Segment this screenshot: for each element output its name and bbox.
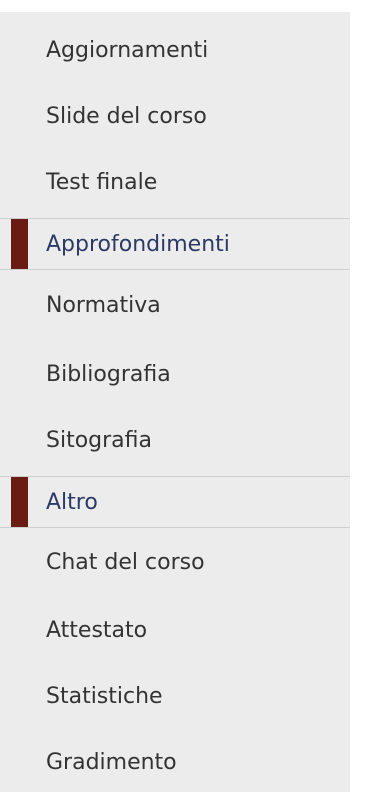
menu-section-label: Approfondimenti bbox=[46, 231, 230, 257]
menu-item-sitografia[interactable]: Sitografia bbox=[0, 420, 350, 460]
menu-item-slide-del-corso[interactable]: Slide del corso bbox=[0, 96, 350, 136]
menu-item-label: Gradimento bbox=[46, 749, 177, 775]
menu-item-label: Statistiche bbox=[46, 683, 163, 709]
menu-item-gradimento[interactable]: Gradimento bbox=[0, 742, 350, 782]
menu-item-label: Attestato bbox=[46, 617, 148, 643]
menu-item-aggiornamenti[interactable]: Aggiornamenti bbox=[0, 30, 350, 70]
section-marker bbox=[11, 219, 28, 269]
menu-section-approfondimenti[interactable]: Approfondimenti bbox=[0, 218, 350, 270]
menu-item-bibliografia[interactable]: Bibliografia bbox=[0, 354, 350, 394]
menu-item-chat-del-corso[interactable]: Chat del corso bbox=[0, 542, 350, 582]
menu-item-label: Sitografia bbox=[46, 427, 152, 453]
menu-item-label: Bibliografia bbox=[46, 361, 171, 387]
menu-section-altro[interactable]: Altro bbox=[0, 476, 350, 528]
section-marker bbox=[11, 477, 28, 527]
menu-item-statistiche[interactable]: Statistiche bbox=[0, 676, 350, 716]
menu-item-label: Chat del corso bbox=[46, 549, 205, 575]
menu-item-label: Normativa bbox=[46, 292, 161, 318]
menu-section-label: Altro bbox=[46, 489, 98, 515]
side-menu: Aggiornamenti Slide del corso Test final… bbox=[0, 12, 350, 792]
menu-item-test-finale[interactable]: Test finale bbox=[0, 162, 350, 202]
menu-item-attestato[interactable]: Attestato bbox=[0, 610, 350, 650]
menu-item-normativa[interactable]: Normativa bbox=[0, 285, 350, 325]
menu-item-label: Slide del corso bbox=[46, 103, 207, 129]
menu-item-label: Test finale bbox=[46, 169, 158, 195]
menu-item-label: Aggiornamenti bbox=[46, 37, 209, 63]
